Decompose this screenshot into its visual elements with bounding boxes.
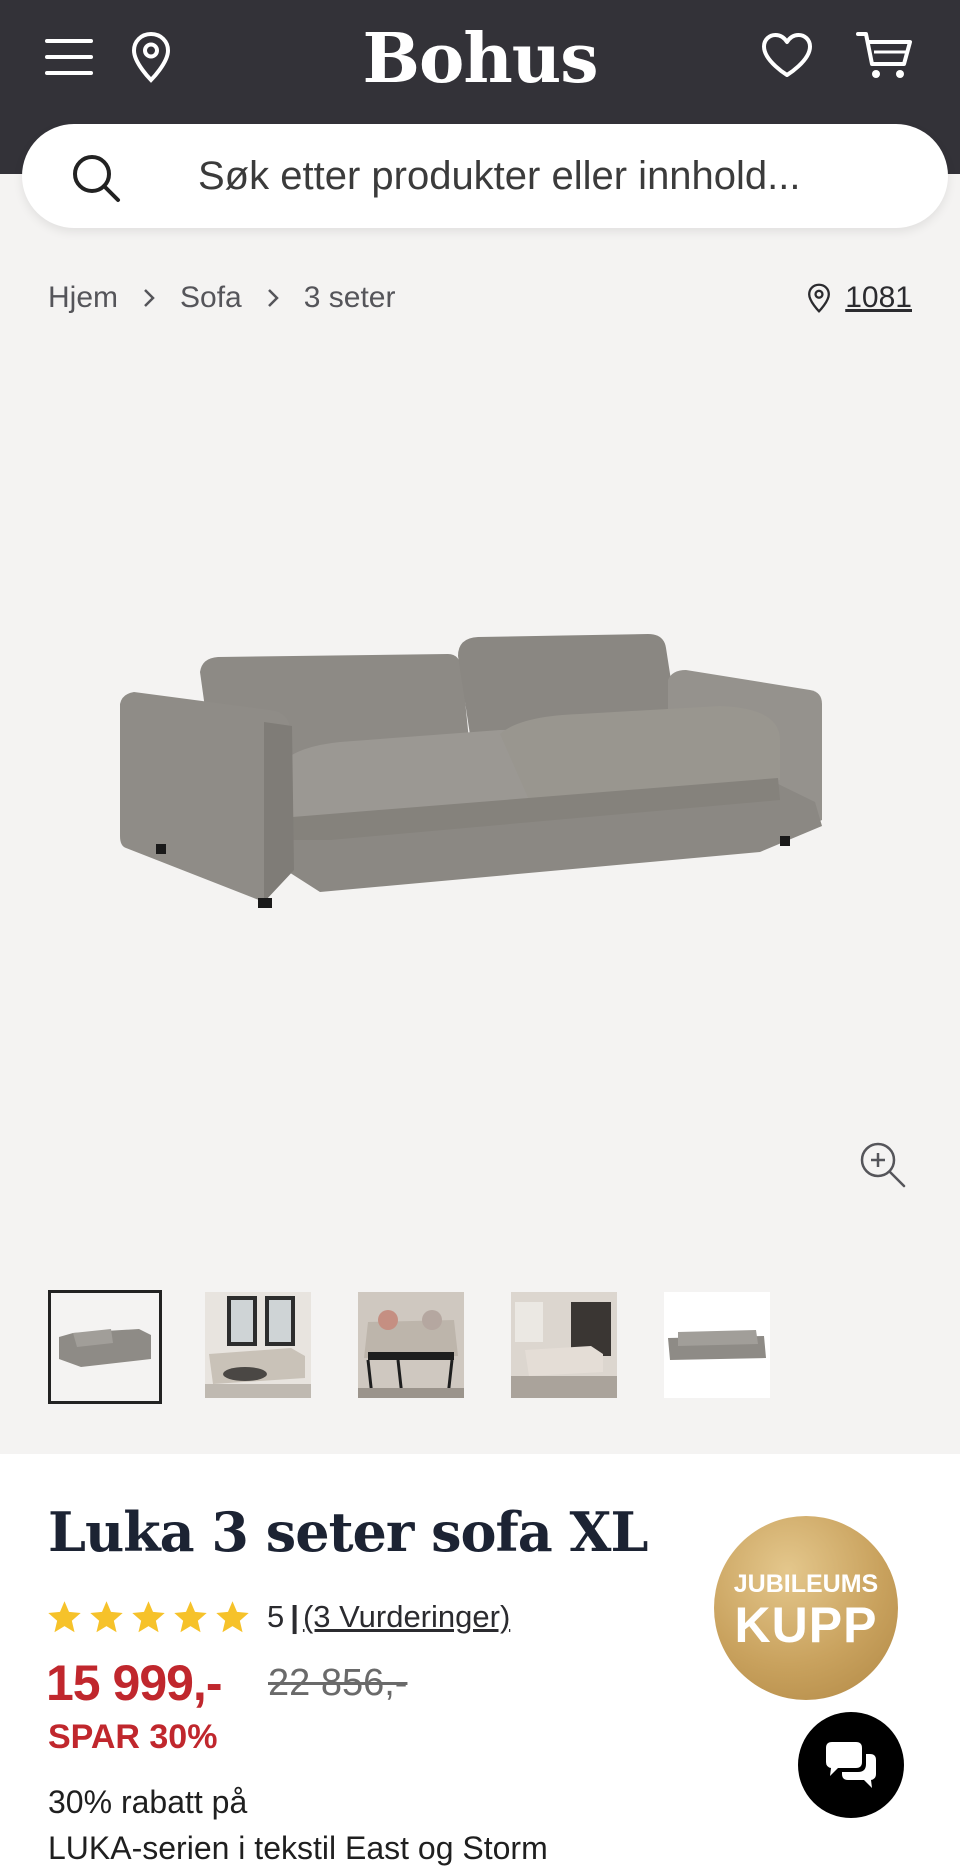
badge-line-2: KUPP — [734, 1597, 878, 1653]
thumbnail-4[interactable] — [511, 1292, 617, 1398]
current-price: 15 999,- — [46, 1655, 222, 1711]
star-icon — [90, 1601, 123, 1633]
rating-value: 5 — [267, 1599, 285, 1634]
location-pin-icon — [131, 31, 171, 83]
star-rating — [46, 1599, 251, 1635]
rating-separator: | — [290, 1599, 299, 1634]
chat-button[interactable] — [798, 1712, 904, 1818]
star-icon — [174, 1601, 207, 1633]
favorites-button[interactable] — [752, 22, 822, 88]
thumbnail-2[interactable] — [205, 1292, 311, 1398]
original-price: 22 856,- — [268, 1662, 408, 1704]
search-input[interactable] — [198, 144, 898, 208]
promo-text-line-1: 30% rabatt på — [48, 1784, 248, 1820]
cart-icon — [856, 32, 912, 78]
zoom-in-icon[interactable] — [858, 1140, 908, 1190]
store-locator-button[interactable] — [120, 24, 182, 90]
star-icon — [132, 1601, 165, 1633]
selected-store: 1081 — [807, 276, 912, 320]
search-bar — [22, 124, 948, 228]
menu-icon — [45, 39, 93, 75]
location-pin-icon — [808, 283, 831, 313]
heart-icon — [762, 33, 812, 77]
thumbnail-3[interactable] — [358, 1292, 464, 1398]
chat-bubbles-icon — [826, 1742, 876, 1788]
search-icon[interactable] — [70, 152, 122, 204]
product-main-image[interactable] — [120, 630, 840, 970]
discount-label: SPAR 30% — [48, 1718, 218, 1756]
menu-button[interactable] — [38, 26, 100, 88]
reviews-link[interactable]: (3 Vurderinger) — [303, 1599, 510, 1635]
breadcrumb-sofa[interactable]: Sofa — [180, 281, 242, 315]
badge-line-1: JUBILEUMS — [733, 1570, 879, 1598]
breadcrumb-3-seter[interactable]: 3 seter — [304, 281, 396, 315]
chevron-right-icon — [242, 283, 304, 313]
cart-button[interactable] — [846, 22, 924, 88]
product-rating: 5 | (3 Vurderinger) — [46, 1594, 510, 1640]
thumbnail-1[interactable] — [48, 1290, 162, 1404]
star-icon — [216, 1601, 249, 1633]
breadcrumb-home[interactable]: Hjem — [48, 281, 118, 315]
store-code-link[interactable]: 1081 — [845, 281, 912, 315]
breadcrumb: Hjem Sofa 3 seter — [48, 276, 395, 320]
bohus-logo[interactable]: Bohus — [330, 14, 630, 104]
product-title: Luka 3 seter sofa XL — [48, 1500, 648, 1564]
promo-text-line-2: LUKA-serien i tekstil East og Storm — [48, 1830, 548, 1866]
thumbnail-5[interactable] — [664, 1292, 770, 1398]
jubileums-kupp-badge: JUBILEUMS KUPP — [714, 1516, 898, 1700]
star-icon — [48, 1601, 81, 1633]
chevron-right-icon — [118, 283, 180, 313]
